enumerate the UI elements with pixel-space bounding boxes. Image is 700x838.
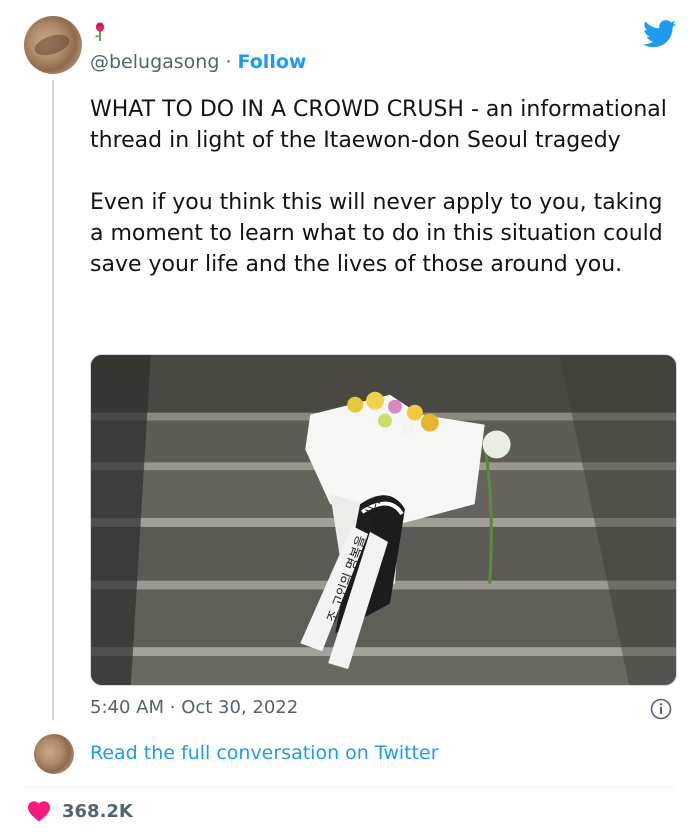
- author-handle[interactable]: @belugasong: [90, 51, 219, 73]
- timestamp-separator: ·: [169, 697, 176, 718]
- handle-separator: ·: [225, 51, 232, 73]
- divider: [24, 787, 676, 788]
- follow-button[interactable]: Follow: [238, 51, 307, 73]
- heart-icon[interactable]: [27, 800, 51, 822]
- tweet-timestamp[interactable]: 5:40 AM · Oct 30, 2022: [90, 696, 298, 720]
- tweet-time: 5:40 AM: [90, 697, 164, 718]
- info-icon[interactable]: [650, 698, 672, 720]
- tweet-text: WHAT TO DO IN A CROWD CRUSH - an informa…: [90, 97, 667, 277]
- author-row: @belugasong · Follow: [90, 50, 306, 74]
- tweet-date: Oct 30, 2022: [181, 697, 299, 718]
- reply-avatar: [34, 734, 74, 774]
- thread-connector-line: [52, 80, 54, 720]
- read-full-conversation-link[interactable]: Read the full conversation on Twitter: [90, 741, 439, 765]
- like-count: 368.2K: [62, 801, 133, 822]
- twitter-bird-icon[interactable]: [643, 20, 677, 48]
- tweet-photo[interactable]: 조 고인의 명복을 빕니다: [90, 354, 677, 686]
- rose-emoji-icon: [95, 22, 105, 41]
- author-avatar[interactable]: [24, 16, 82, 74]
